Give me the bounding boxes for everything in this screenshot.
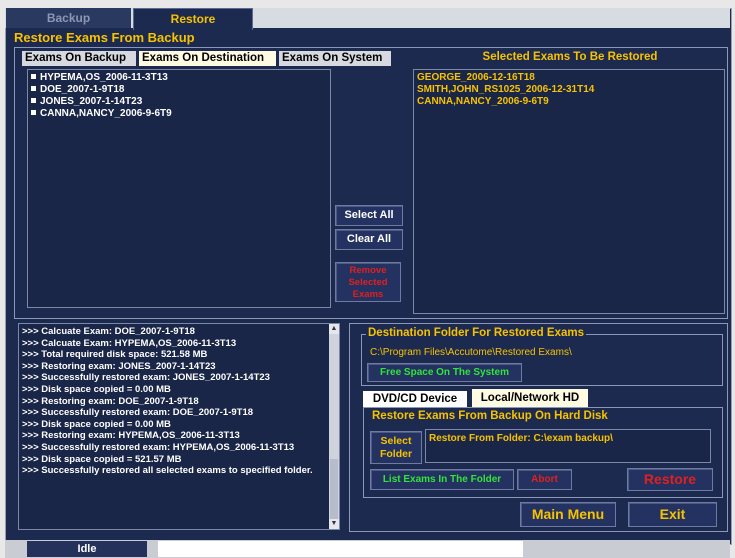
log-line: >>> Calcuate Exam: DOE_2007-1-9T18	[22, 326, 195, 337]
status-message-field	[158, 541, 523, 557]
exam-list[interactable]: HYPEMA,OS_2006-11-3T13 DOE_2007-1-9T18 J…	[27, 69, 331, 308]
checkbox-icon	[31, 74, 36, 79]
hard-disk-restore-title: Restore Exams From Backup On Hard Disk	[370, 410, 610, 422]
log-line: >>> Successfully restored exam: JONES_20…	[22, 372, 270, 384]
exam-name: HYPEMA,OS_2006-11-3T13	[40, 72, 168, 83]
restore-section-title: Restore Exams From Backup	[14, 30, 195, 45]
abort-button[interactable]: Abort	[517, 469, 572, 490]
log-scrollbar[interactable]: ▲ ▼	[329, 324, 339, 529]
scroll-thumb[interactable]	[330, 459, 338, 519]
status-bar: Idle	[5, 540, 730, 558]
list-item[interactable]: CANNA,NANCY_2006-9-6T9	[31, 108, 330, 120]
restore-folder-field[interactable]: Restore From Folder: C:\exam backup\	[425, 429, 711, 463]
exam-name: CANNA,NANCY_2006-9-6T9	[40, 108, 172, 119]
remove-selected-exams-button[interactable]: Remove Selected Exams	[335, 262, 401, 302]
restore-button[interactable]: Restore	[627, 468, 713, 491]
scroll-up-icon[interactable]: ▲	[329, 324, 339, 334]
list-item[interactable]: HYPEMA,OS_2006-11-3T13	[31, 72, 330, 84]
log-line: >>> Restoring exam: JONES_2007-1-14T23	[22, 360, 216, 372]
log-line: >>> Calcuate Exam: HYPEMA,OS_2006-11-3T1…	[22, 337, 237, 349]
log-line: >>> Successfully restored all selected e…	[22, 465, 313, 477]
select-all-button[interactable]: Select All	[335, 205, 403, 226]
clear-all-button[interactable]: Clear All	[335, 229, 403, 250]
list-item[interactable]: CANNA,NANCY_2006-9-6T9	[417, 96, 724, 108]
tab-dvd-cd-device[interactable]: DVD/CD Device	[363, 391, 467, 407]
exam-name: JONES_2007-1-14T23	[40, 96, 143, 107]
tab-local-network-hd[interactable]: Local/Network HD	[472, 389, 588, 407]
selected-exams-title: Selected Exams To Be Restored	[482, 51, 658, 63]
list-exams-button[interactable]: List Exams In The Folder	[370, 469, 514, 490]
tab-exams-on-destination[interactable]: Exams On Destination	[139, 51, 276, 66]
status-text: Idle	[27, 541, 147, 557]
tab-backup[interactable]: Backup	[6, 8, 131, 28]
checkbox-icon	[31, 110, 36, 115]
log-line: >>> Total required disk space: 521.58 MB	[22, 349, 208, 361]
log-line: >>> Restoring exam: DOE_2007-1-9T18	[22, 395, 199, 407]
destination-path: C:\Program Files\Accutome\Restored Exams…	[370, 347, 572, 358]
exam-name: DOE_2007-1-9T18	[40, 84, 125, 95]
log-line: >>> Disk space copied = 521.57 MB	[22, 453, 182, 465]
list-item[interactable]: SMITH,JOHN_RS1025_2006-12-31T14	[417, 84, 724, 96]
top-tab-bar: Backup Restore	[5, 8, 730, 30]
free-space-button[interactable]: Free Space On The System	[367, 363, 522, 382]
checkbox-icon	[31, 86, 36, 91]
exit-button[interactable]: Exit	[628, 502, 717, 527]
list-item[interactable]: JONES_2007-1-14T23	[31, 96, 330, 108]
log-output[interactable]: >>> Calcuate Exam: DOE_2007-1-9T18 >>> C…	[18, 323, 340, 530]
log-line: >>> Restoring exam: HYPEMA,OS_2006-11-3T…	[22, 430, 240, 442]
tab-exams-on-backup[interactable]: Exams On Backup	[22, 51, 136, 66]
tab-exams-on-system[interactable]: Exams On System	[279, 51, 391, 66]
log-line: >>> Disk space copied = 0.00 MB	[22, 418, 171, 430]
select-folder-button[interactable]: Select Folder	[370, 431, 422, 464]
log-line: >>> Successfully restored exam: DOE_2007…	[22, 407, 254, 419]
list-item[interactable]: GEORGE_2006-12-16T18	[417, 72, 724, 84]
list-item[interactable]: DOE_2007-1-9T18	[31, 84, 330, 96]
destination-folder-title: Destination Folder For Restored Exams	[366, 327, 586, 339]
log-line: >>> Disk space copied = 0.00 MB	[22, 383, 171, 395]
selected-exams-list[interactable]: GEORGE_2006-12-16T18 SMITH,JOHN_RS1025_2…	[413, 69, 725, 314]
checkbox-icon	[31, 98, 36, 103]
scroll-down-icon[interactable]: ▼	[329, 519, 339, 529]
log-line: >>> Successfully restored exam: HYPEMA,O…	[22, 441, 295, 453]
tab-restore[interactable]: Restore	[133, 8, 253, 30]
main-menu-button[interactable]: Main Menu	[520, 502, 616, 527]
